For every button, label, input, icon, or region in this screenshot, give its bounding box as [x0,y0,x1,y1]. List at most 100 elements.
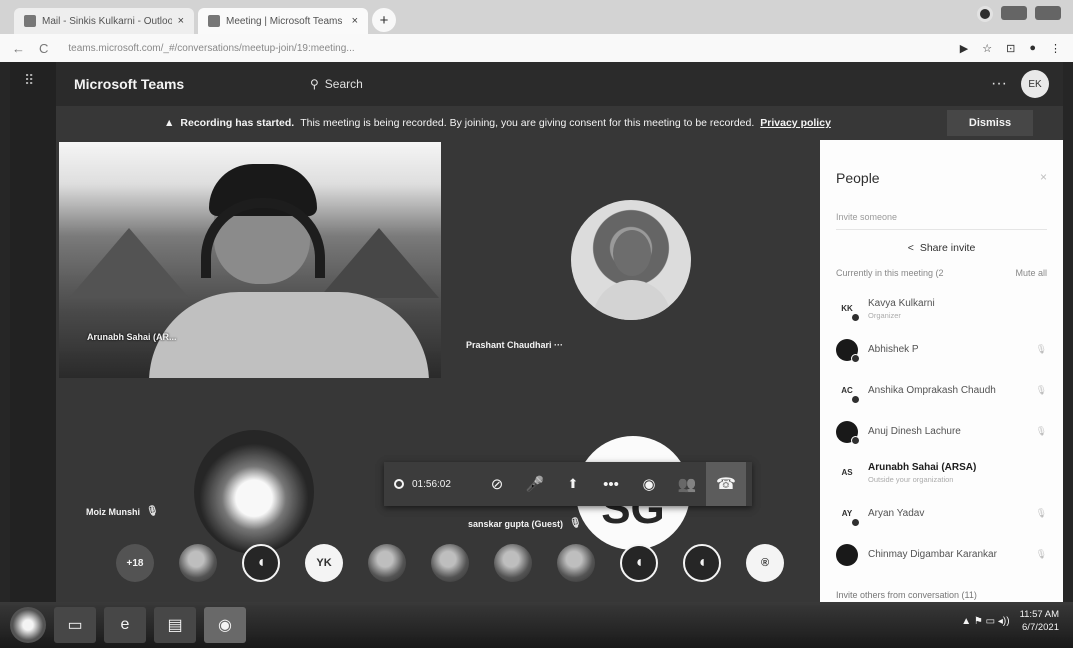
start-button[interactable] [10,607,46,643]
back-button[interactable]: ← [12,41,25,56]
app-launcher-icon[interactable]: ⠿ [24,72,40,88]
share-screen-button[interactable]: ⬆ [554,462,592,506]
header-right: ··· EK [991,70,1049,98]
mute-all-button[interactable]: Mute all [1015,268,1047,278]
window-controls [977,6,1061,22]
hang-up-button[interactable]: ☎ [706,462,746,506]
url-field[interactable]: teams.microsoft.com/_#/conversations/mee… [62,38,945,58]
participant-name: Kavya Kulkarni [868,297,935,309]
close-icon[interactable]: × [352,15,358,27]
invite-input[interactable]: Invite someone [836,212,1047,230]
teams-app: ⠿ Microsoft Teams ⚲ Search ··· EK ▲ Reco… [10,62,1063,602]
menu-icon[interactable]: ⋮ [1050,42,1061,55]
camera-off-button[interactable]: ⊘ [478,462,516,506]
invite-others-link[interactable]: Invite others from conversation (11) [836,590,977,600]
list-item[interactable]: Chinmay Digambar Karankar 🎙 [836,534,1047,575]
participant-info: Anuj Dinesh Lachure [868,426,1026,437]
warning-icon: ▲ [164,117,175,129]
cast-icon[interactable]: ▶ [960,42,968,55]
participant-body [149,292,429,378]
tab-title: Mail - Sinkis Kulkarni - Outlook [42,15,172,27]
participant-body [593,280,671,320]
avatar-moiz[interactable] [194,430,314,554]
folder-icon[interactable]: ▤ [154,607,196,643]
new-tab-button[interactable]: + [372,8,396,32]
participant-info: Aryan Yadav [868,508,1026,519]
system-tray: ▲ ⚑ ▭ ◂)) 11:57 AM 6/7/2021 [961,608,1059,634]
people-title: People × [836,170,1047,186]
avatar[interactable]: EK [1021,70,1049,98]
list-item[interactable]: AY Aryan Yadav 🎙 [836,493,1047,534]
avatar[interactable]: YK [305,544,343,582]
mic-off-icon: 🎙 [1035,344,1047,354]
more-options-icon[interactable]: ··· [554,340,563,350]
participant-name-text: Moiz Munshi [86,506,140,517]
search-icon: ⚲ [310,77,319,91]
avatar[interactable]: ◖ [620,544,658,582]
screen: Mail - Sinkis Kulkarni - Outlook × Meeti… [0,0,1073,648]
more-participants-badge[interactable]: +18 [116,544,154,582]
video-tile-prashant[interactable] [571,200,691,320]
in-meeting-count: Currently in this meeting (2 [836,268,944,278]
avatar: KK [836,298,860,322]
app-title: Microsoft Teams [74,76,185,92]
avatar [836,338,860,363]
share-invite-button[interactable]: < Share invite [836,242,1047,254]
close-window-button[interactable] [1035,6,1061,20]
chrome-icon[interactable]: ◉ [204,607,246,643]
privacy-policy-link[interactable]: Privacy policy [760,117,831,129]
timer-text: 01:56:02 [412,478,451,490]
avatar: AC [836,380,860,404]
file-explorer-icon[interactable]: ▭ [54,607,96,643]
clock[interactable]: 11:57 AM 6/7/2021 [1020,608,1059,634]
internet-explorer-icon[interactable]: e [104,607,146,643]
record-icon[interactable] [977,6,993,22]
participant-role: Organizer [868,310,901,320]
participant-name-text: sanskar gupta (Guest) [468,518,564,529]
list-item[interactable]: AC Anshika Omprakash Chaudh 🎙 [836,370,1047,411]
share-invite-label: Share invite [919,242,976,254]
avatar[interactable] [431,544,469,582]
minimize-button[interactable] [1001,6,1027,20]
avatar[interactable] [179,544,217,582]
close-icon[interactable]: × [178,15,184,27]
video-tile-main[interactable]: Arunabh Sahai (AR... [59,142,441,378]
mic-off-icon: 🎙 [146,506,159,517]
avatar: AS [841,468,853,477]
panel-title: People [836,170,880,186]
more-options-icon[interactable]: ··· [991,75,1007,93]
browser-tab-mail[interactable]: Mail - Sinkis Kulkarni - Outlook × [14,8,194,34]
participant-info: Anshika Omprakash Chaudh [868,385,1026,396]
clock-date: 6/7/2021 [1022,622,1059,633]
extensions-icon[interactable]: ⊡ [1006,42,1015,55]
participant-role: Outside your organization [868,474,954,484]
chat-button[interactable]: ◉ [630,462,668,506]
reload-button[interactable]: C [39,41,48,56]
recording-indicator-icon [394,479,404,489]
avatar[interactable] [494,544,532,582]
call-controls: 01:56:02 ⊘ 🎤 ⬆ ••• ◉ 👥 ☎ [384,462,752,506]
mic-button[interactable]: 🎤 [516,462,554,506]
avatar: AY [836,503,860,527]
list-item[interactable]: KK Kavya Kulkarni Organizer [836,288,1047,329]
participants-button[interactable]: 👥 [668,462,706,506]
search-box[interactable]: ⚲ Search [310,77,363,91]
avatar[interactable]: ◖ [683,544,721,582]
participant-name: Abhishek P [868,344,919,355]
list-item[interactable]: Anuj Dinesh Lachure 🎙 [836,411,1047,452]
profile-icon[interactable]: ● [1029,42,1036,55]
more-actions-button[interactable]: ••• [592,462,630,506]
avatar[interactable] [368,544,406,582]
browser-tab-teams[interactable]: Meeting | Microsoft Teams × [198,8,368,34]
dismiss-button[interactable]: Dismiss [947,110,1033,136]
close-icon[interactable]: × [1040,170,1047,186]
list-item[interactable]: Abhishek P 🎙 [836,329,1047,370]
avatar[interactable]: ® [746,544,784,582]
participant-name: Arunabh Sahai (ARSA) [868,461,977,473]
avatar[interactable]: ◖ [242,544,280,582]
avatar[interactable] [557,544,595,582]
participant-name: Anshika Omprakash Chaudh [868,385,996,396]
tray-icons[interactable]: ▲ ⚑ ▭ ◂)) [961,616,1009,627]
star-icon[interactable]: ☆ [982,42,992,55]
list-item[interactable]: AS Arunabh Sahai (ARSA) Outside your org… [836,452,1047,493]
